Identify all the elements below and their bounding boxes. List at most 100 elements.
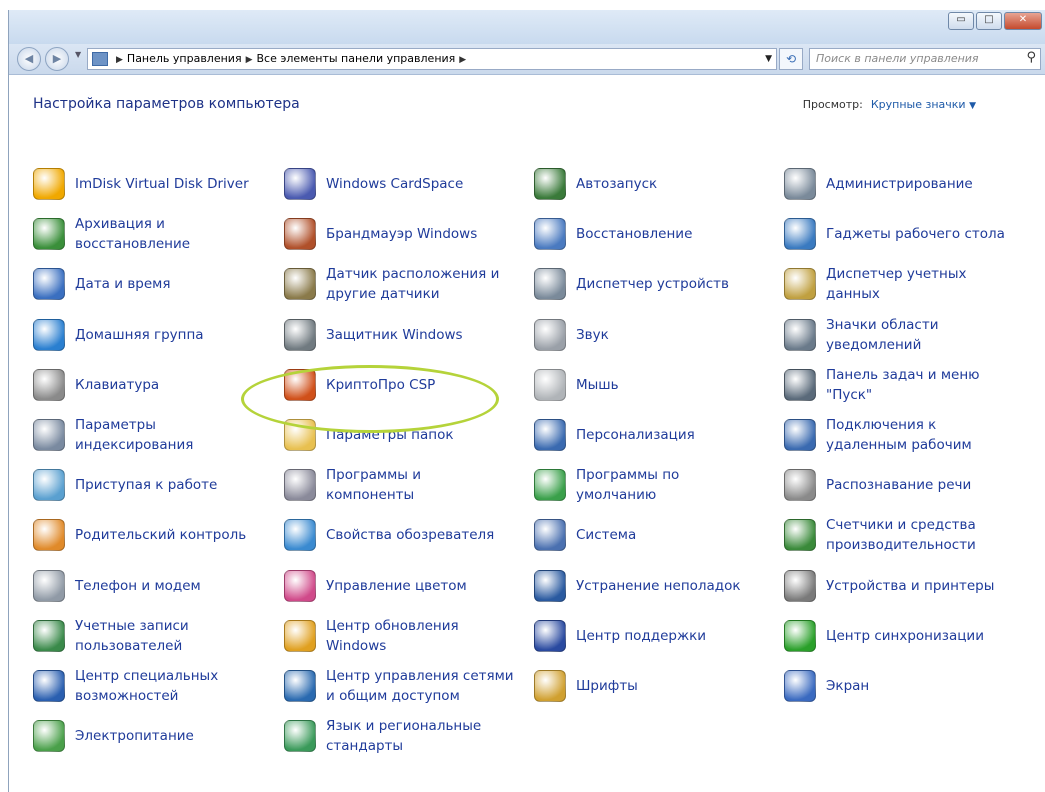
item-label: Язык и региональные стандарты xyxy=(326,718,482,755)
chevron-right-icon: ▶ xyxy=(245,55,253,65)
control-panel-item[interactable]: Восстановление xyxy=(534,212,692,256)
control-panel-item[interactable]: Центр синхронизации xyxy=(784,614,984,658)
breadcrumb-all-items[interactable]: Все элементы панели управления xyxy=(257,52,456,65)
control-panel-item[interactable]: Мышь xyxy=(534,363,619,407)
control-panel-item[interactable]: Центр поддержки xyxy=(534,614,706,658)
mouse-icon xyxy=(534,368,566,401)
control-panel-item[interactable]: Windows CardSpace xyxy=(284,162,463,206)
chevron-right-icon: ▶ xyxy=(116,55,123,65)
view-mode-dropdown[interactable]: Крупные значки xyxy=(871,98,966,111)
control-panel-item[interactable]: Диспетчер устройств xyxy=(534,262,729,306)
power-icon xyxy=(33,720,65,753)
control-panel-item[interactable]: Диспетчер учетных данных xyxy=(784,262,967,306)
control-panel-item[interactable]: Программы и компоненты xyxy=(284,463,421,507)
credential-manager-icon xyxy=(784,268,816,301)
control-panel-item[interactable]: Электропитание xyxy=(33,714,194,758)
control-panel-item[interactable]: Счетчики и средства производительности xyxy=(784,513,976,557)
control-panel-item[interactable]: Центр управления сетями и общим доступом xyxy=(284,664,514,708)
item-label: Программы и компоненты xyxy=(326,467,422,504)
search-icon[interactable]: ⚲ xyxy=(1026,48,1036,68)
recent-pages-dropdown[interactable]: ▼ xyxy=(75,50,81,59)
control-panel-item[interactable]: Домашняя группа xyxy=(33,313,204,357)
control-panel-item[interactable]: Центр специальных возможностей xyxy=(33,664,218,708)
taskbar-icon xyxy=(784,368,816,401)
item-label: Брандмауэр Windows xyxy=(326,226,478,243)
control-panel-item[interactable]: Защитник Windows xyxy=(284,313,463,357)
item-label: Устройства и принтеры xyxy=(826,577,995,594)
control-panel-item[interactable]: Управление цветом xyxy=(284,564,467,608)
control-panel-item[interactable]: Распознавание речи xyxy=(784,463,971,507)
control-panel-item[interactable]: Шрифты xyxy=(534,664,638,708)
control-panel-item[interactable]: Родительский контроль xyxy=(33,513,246,557)
control-panel-item[interactable]: Центр обновления Windows xyxy=(284,614,459,658)
calendar-clock-icon xyxy=(33,268,65,301)
control-panel-item[interactable]: Язык и региональные стандарты xyxy=(284,714,481,758)
item-label: Устранение неполадок xyxy=(576,577,741,594)
item-label: Центр синхронизации xyxy=(826,627,984,644)
control-panel-item[interactable]: Учетные записи пользователей xyxy=(33,614,189,658)
control-panel-item[interactable]: Телефон и модем xyxy=(33,564,201,608)
control-panel-item[interactable]: Персонализация xyxy=(534,413,695,457)
windows-update-icon xyxy=(284,619,316,652)
control-panel-item[interactable]: ImDisk Virtual Disk Driver xyxy=(33,162,249,206)
maximize-button[interactable]: □ xyxy=(976,12,1002,30)
breadcrumb: ▶ Панель управления ▶ Все элементы панели у… xyxy=(112,49,470,70)
search-placeholder: Поиск в панели управления xyxy=(816,52,979,65)
forward-button[interactable]: ▶ xyxy=(45,47,69,71)
control-panel-item[interactable]: Программы по умолчанию xyxy=(534,463,679,507)
item-label: Экран xyxy=(826,678,870,694)
control-panel-item[interactable]: Подключения к удаленным рабочим xyxy=(784,413,972,457)
control-panel-item[interactable]: Система xyxy=(534,513,636,557)
disk-icon xyxy=(33,168,65,200)
control-panel-item[interactable]: Панель задач и меню "Пуск" xyxy=(784,363,980,407)
control-panel-item[interactable]: Параметры индексирования xyxy=(33,413,193,457)
accessibility-icon xyxy=(33,670,65,702)
item-label: Дата и время xyxy=(75,276,171,293)
cardspace-icon xyxy=(284,168,316,200)
navigation-bar: ◀ ▶ ▼ ▶ Панель управления ▶ Все элементы па… xyxy=(9,44,1045,75)
item-label: Автозапуск xyxy=(576,176,658,192)
search-input[interactable]: Поиск в панели управления ⚲ xyxy=(809,48,1041,70)
control-panel-item[interactable]: Администрирование xyxy=(784,162,973,206)
control-panel-item[interactable]: Клавиатура xyxy=(33,363,159,407)
control-panel-item[interactable]: Архивация и восстановление xyxy=(33,212,190,256)
close-button[interactable]: ✕ xyxy=(1004,12,1042,30)
item-label: Родительский контроль xyxy=(75,527,247,544)
item-label: Мышь xyxy=(576,376,619,393)
address-bar[interactable]: ▶ Панель управления ▶ Все элементы панели у… xyxy=(87,48,777,70)
item-label: Управление цветом xyxy=(326,577,467,594)
item-label: Параметры индексирования xyxy=(75,417,194,453)
control-panel-item[interactable]: Датчик расположения и другие датчики xyxy=(284,262,499,306)
getting-started-icon xyxy=(33,469,65,502)
breadcrumb-control-panel[interactable]: Панель управления xyxy=(127,52,242,65)
control-panel-item[interactable]: Брандмауэр Windows xyxy=(284,212,477,256)
item-label: Шрифты xyxy=(576,678,638,694)
control-panel-item[interactable]: Автозапуск xyxy=(534,162,657,206)
item-label: Диспетчер устройств xyxy=(576,276,730,293)
keyboard-icon xyxy=(33,368,65,401)
item-label: Центр специальных возможностей xyxy=(75,668,219,704)
control-panel-item[interactable]: Гаджеты рабочего стола xyxy=(784,212,1005,256)
control-panel-item[interactable]: Дата и время xyxy=(33,262,170,306)
refresh-icon[interactable]: ⟲ xyxy=(779,48,803,70)
control-panel-item[interactable]: Устройства и принтеры xyxy=(784,564,994,608)
item-label: Звук xyxy=(576,326,609,343)
item-label: Система xyxy=(576,527,637,544)
item-label: Счетчики и средства производительности xyxy=(826,517,976,554)
control-panel-item[interactable]: Звук xyxy=(534,313,609,357)
minimize-button[interactable]: ▭ xyxy=(948,12,974,30)
recovery-icon xyxy=(534,218,566,251)
control-panel-item[interactable]: Устранение неполадок xyxy=(534,564,741,608)
address-dropdown-icon[interactable]: ▼ xyxy=(765,49,772,69)
item-label: Телефон и модем xyxy=(75,577,201,594)
chevron-down-icon[interactable]: ▼ xyxy=(969,101,976,111)
sound-icon xyxy=(534,318,566,351)
control-panel-item[interactable]: Свойства обозревателя xyxy=(284,513,494,557)
control-panel-item[interactable]: Значки области уведомлений xyxy=(784,313,939,357)
color-management-icon xyxy=(284,569,316,602)
programs-icon xyxy=(284,469,316,502)
control-panel-item[interactable]: Приступая к работе xyxy=(33,463,217,507)
control-panel-item[interactable]: Экран xyxy=(784,664,869,708)
item-label: Гаджеты рабочего стола xyxy=(826,226,1005,243)
back-button[interactable]: ◀ xyxy=(17,47,41,71)
